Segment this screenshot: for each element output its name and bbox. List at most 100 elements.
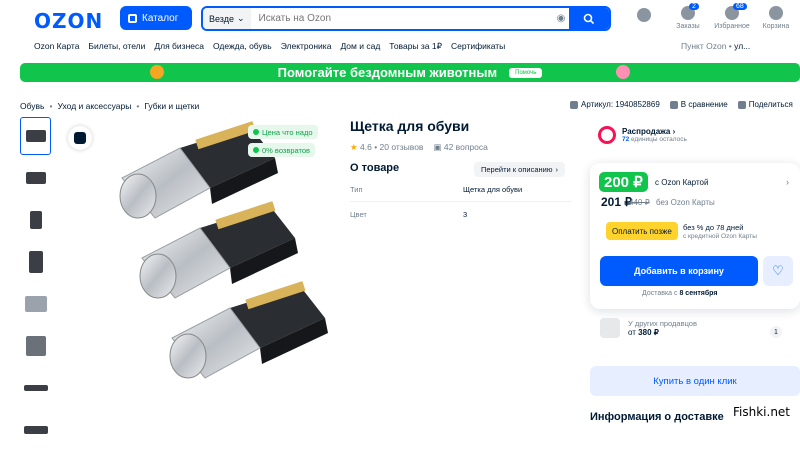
catalog-button[interactable]: Каталог — [120, 6, 192, 30]
other-sellers[interactable]: У других продавцов от 380 ₽ — [600, 318, 697, 338]
subnav-item-certificates[interactable]: Сертификаты — [451, 41, 505, 52]
search-input[interactable] — [250, 13, 553, 24]
promo-banner[interactable]: Помогайте бездомным животным Помочь — [20, 63, 800, 82]
share-icon — [737, 100, 746, 109]
cat-icon — [616, 65, 630, 79]
prop-name: Цвет — [350, 210, 367, 219]
delivery-info-title: Информация о доставке — [590, 411, 724, 423]
compare-label: В сравнение — [680, 100, 728, 109]
share-button[interactable]: Поделиться — [737, 100, 793, 109]
orders-badge: 2 — [689, 3, 699, 10]
pickup-value: ул... — [734, 41, 751, 51]
pay-later-line1: без % до 78 дней — [683, 223, 744, 232]
subnav-item-clothes[interactable]: Одежда, обувь — [213, 41, 272, 52]
subnav-item-business[interactable]: Для бизнеса — [154, 41, 204, 52]
subnav-item-tickets[interactable]: Билеты, отели — [88, 41, 145, 52]
subnav-item-electronics[interactable]: Электроника — [281, 41, 332, 52]
article-number[interactable]: Артикул: 1940852869 — [570, 100, 660, 109]
thumbnail-image — [25, 336, 46, 356]
image-search-icon — [74, 132, 86, 144]
sale-block[interactable]: Распродажа › 72 единицы осталось — [598, 126, 687, 144]
thumbnail-image — [25, 172, 46, 184]
thumb-up-icon — [253, 129, 259, 135]
pickup-point[interactable]: Пункт Ozon • ул... — [681, 41, 750, 51]
thumbnail[interactable] — [20, 327, 51, 365]
cart-button[interactable]: Корзина — [757, 6, 795, 30]
product-image[interactable] — [100, 118, 340, 418]
rating[interactable]: ★ 4.6 • 20 отзывов — [350, 142, 423, 153]
star-icon: ★ — [350, 142, 358, 152]
search-button[interactable] — [569, 8, 609, 29]
orders-label: Заказы — [676, 23, 700, 30]
delivery-prefix: Доставка с — [642, 290, 678, 297]
compare-button[interactable]: В сравнение — [669, 100, 728, 109]
camera-icon[interactable]: ◉ — [553, 13, 569, 24]
favorite-button[interactable]: ♡ — [763, 256, 793, 286]
thumbnail-image — [28, 251, 43, 273]
chevron-right-icon: › — [672, 127, 676, 136]
chevron-down-icon: ⌄ — [237, 13, 245, 23]
product-rating-row: ★ 4.6 • 20 отзывов ▣ 42 вопроса — [350, 142, 488, 153]
to-description-button[interactable]: Перейти к описанию › — [474, 162, 565, 177]
breadcrumb: Обувь • Уход и аксессуары • Губки и щетк… — [20, 101, 199, 111]
thumbnail[interactable] — [20, 411, 51, 449]
subnav-item-one-ruble[interactable]: Товары за 1₽ — [389, 41, 442, 52]
pickup-label: Пункт Ozon • — [681, 41, 732, 51]
other-sellers-label: У других продавцов — [628, 319, 697, 328]
profile-button[interactable] — [625, 8, 663, 30]
thumbnail[interactable] — [20, 201, 51, 239]
thumbnail[interactable] — [20, 285, 51, 323]
check-icon — [253, 147, 259, 153]
image-search-button[interactable] — [68, 126, 92, 150]
catalog-label: Каталог — [142, 12, 179, 24]
search-scope-select[interactable]: Везде ⌄ — [203, 8, 251, 29]
cart-icon — [769, 6, 783, 20]
thumbnail-image — [25, 130, 46, 142]
thumbnail[interactable] — [20, 117, 51, 155]
zero-returns-label: 0% возвратов — [262, 145, 311, 155]
price: 201 ₽ — [601, 195, 632, 209]
banner-button[interactable]: Помочь — [509, 67, 543, 78]
buy-one-click-button[interactable]: Купить в один клик — [590, 366, 800, 396]
pay-later-line2: с кредитной Ozon Карты — [683, 233, 757, 240]
to-description-label: Перейти к описанию — [481, 165, 553, 174]
thumbnail[interactable] — [20, 243, 51, 281]
thumbnail-image — [29, 211, 42, 229]
subnav-item-ozon-card[interactable]: Ozon Карта — [34, 41, 79, 52]
article-label: Артикул: 1940852869 — [581, 100, 660, 109]
questions-label: 42 вопроса — [443, 142, 488, 152]
breadcrumb-item[interactable]: Уход и аксессуары — [57, 101, 131, 111]
delivery-date-value: 8 сентября — [679, 290, 718, 297]
subnav-item-home[interactable]: Дом и сад — [340, 41, 380, 52]
card-price-label: с Ozon Картой — [655, 178, 709, 187]
watermark: Fishki.net — [733, 405, 791, 419]
ozon-logo[interactable]: OZON — [34, 9, 103, 33]
favorites-badge: 68 — [733, 3, 747, 10]
questions-link[interactable]: ▣ 42 вопроса — [433, 142, 487, 153]
about-title: О товаре — [350, 162, 400, 174]
breadcrumb-item[interactable]: Обувь — [20, 101, 45, 111]
favorites-button[interactable]: 68 Избранное — [713, 3, 751, 30]
pay-later-button[interactable]: Оплатить позже — [606, 222, 678, 240]
old-price: 440 ₽ — [629, 198, 650, 207]
thumbnail-image — [23, 385, 48, 391]
thumbnail[interactable] — [20, 369, 51, 407]
chevron-right-icon[interactable]: › — [786, 177, 789, 187]
add-to-cart-button[interactable]: Добавить в корзину — [600, 256, 758, 286]
orders-button[interactable]: 2 Заказы — [669, 3, 707, 30]
search-bar: Везде ⌄ ◉ — [201, 6, 611, 31]
prop-value: Щетка для обуви — [463, 185, 523, 194]
reviews-link[interactable]: 20 отзывов — [380, 142, 424, 152]
subnav: Ozon Карта Билеты, отели Для бизнеса Оде… — [34, 41, 505, 52]
thumbnail[interactable] — [20, 159, 51, 197]
seller-thumbnail — [600, 318, 620, 338]
breadcrumb-item[interactable]: Губки и щетки — [144, 101, 199, 111]
sale-title: Распродажа — [622, 127, 671, 136]
other-sellers-price: 380 ₽ — [638, 328, 659, 337]
thumbnail-image — [23, 426, 48, 434]
sale-units-suffix: единицы осталось — [631, 136, 687, 143]
share-label: Поделиться — [748, 100, 793, 109]
heart-icon: ♡ — [772, 263, 784, 278]
favorites-label: Избранное — [714, 23, 750, 30]
other-sellers-count[interactable]: 1 — [770, 326, 782, 338]
